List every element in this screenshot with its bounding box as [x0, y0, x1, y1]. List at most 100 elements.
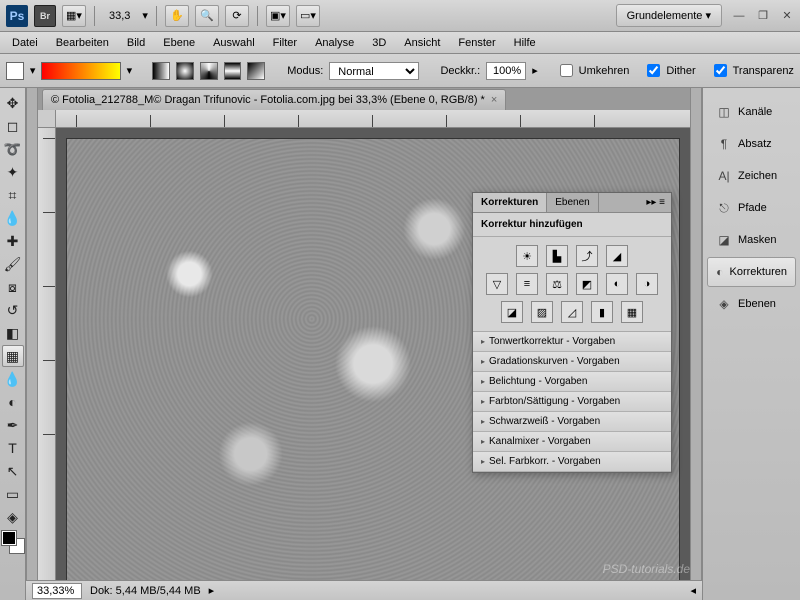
menu-view[interactable]: Ansicht [396, 34, 448, 52]
healing-tool[interactable]: ✚ [2, 230, 24, 252]
photo-filter-icon[interactable]: ◐ [606, 273, 628, 295]
invert-icon[interactable]: ◪ [501, 301, 523, 323]
preset-item[interactable]: Schwarzweiß - Vorgaben [473, 412, 671, 432]
menu-image[interactable]: Bild [119, 34, 153, 52]
preset-item[interactable]: Tonwertkorrektur - Vorgaben [473, 332, 671, 352]
close-button[interactable]: ✕ [780, 9, 794, 23]
linear-gradient-button[interactable] [152, 62, 170, 80]
gradient-map-icon[interactable]: ▮ [591, 301, 613, 323]
panel-tab-masken[interactable]: ◪Masken [707, 225, 796, 255]
horizontal-ruler[interactable]: 02468101214 [56, 110, 690, 128]
quick-select-tool[interactable]: ✦ [2, 161, 24, 183]
panel-tab-pfade[interactable]: ⎋Pfade [707, 193, 796, 223]
brightness-contrast-icon[interactable]: ☀ [516, 245, 538, 267]
move-tool[interactable]: ✥ [2, 92, 24, 114]
selective-color-icon[interactable]: ▦ [621, 301, 643, 323]
exposure-icon[interactable]: ◢ [606, 245, 628, 267]
panels-collapse-strip[interactable] [690, 88, 702, 600]
preset-item[interactable]: Kanalmixer - Vorgaben [473, 432, 671, 452]
status-zoom-input[interactable] [32, 583, 82, 599]
panel-menu-icon[interactable]: ▸▸ ≡ [640, 193, 671, 212]
gradient-tool[interactable]: ▦ [2, 345, 24, 367]
color-swatches[interactable] [2, 531, 24, 553]
menu-file[interactable]: Datei [4, 34, 46, 52]
preset-item[interactable]: Sel. Farbkorr. - Vorgaben [473, 452, 671, 472]
path-select-tool[interactable]: ↖ [2, 460, 24, 482]
gradient-picker[interactable] [41, 62, 120, 80]
bridge-icon[interactable]: Br [34, 5, 56, 27]
angle-gradient-button[interactable] [200, 62, 218, 80]
panel-tab-absatz[interactable]: ¶Absatz [707, 129, 796, 159]
transparency-checkbox[interactable] [714, 64, 727, 77]
history-brush-tool[interactable]: ↺ [2, 299, 24, 321]
posterize-icon[interactable]: ▨ [531, 301, 553, 323]
panel-tab-zeichen[interactable]: A|Zeichen [707, 161, 796, 191]
levels-icon[interactable]: ▙ [546, 245, 568, 267]
dither-checkbox[interactable] [647, 64, 660, 77]
preset-item[interactable]: Farbton/Sättigung - Vorgaben [473, 392, 671, 412]
workspace-switcher[interactable]: Grundelemente ▾ [616, 4, 722, 27]
screen-mode-button[interactable]: ▭▾ [296, 5, 320, 27]
blend-mode-select[interactable]: Normal [329, 62, 418, 80]
menu-edit[interactable]: Bearbeiten [48, 34, 117, 52]
type-tool[interactable]: T [2, 437, 24, 459]
panel-tab-ebenen[interactable]: ◈Ebenen [707, 289, 796, 319]
pen-tool[interactable]: ✒ [2, 414, 24, 436]
dodge-tool[interactable]: ◐ [2, 391, 24, 413]
menu-filter[interactable]: Filter [265, 34, 305, 52]
hand-tool-button[interactable]: ✋ [165, 5, 189, 27]
reflected-gradient-button[interactable] [224, 62, 242, 80]
vibrance-icon[interactable]: ▽ [486, 273, 508, 295]
channel-mixer-icon[interactable]: ◑ [636, 273, 658, 295]
minimize-button[interactable]: — [732, 9, 746, 23]
arrange-documents-button[interactable]: ▣▾ [266, 5, 290, 27]
scroll-left-icon[interactable]: ◂ [690, 584, 696, 597]
vertical-ruler[interactable] [38, 128, 56, 600]
menu-window[interactable]: Fenster [450, 34, 503, 52]
blur-tool[interactable]: 💧 [2, 368, 24, 390]
tool-preset-picker[interactable] [6, 62, 24, 80]
adjustments-tab[interactable]: Korrekturen [473, 193, 547, 212]
foreground-color-swatch[interactable] [2, 531, 16, 545]
menu-help[interactable]: Hilfe [506, 34, 544, 52]
eraser-tool[interactable]: ◧ [2, 322, 24, 344]
preset-item[interactable]: Gradationskurven - Vorgaben [473, 352, 671, 372]
menu-select[interactable]: Auswahl [205, 34, 263, 52]
opacity-input[interactable] [486, 62, 526, 80]
panel-tab-korrekturen[interactable]: ◐Korrekturen [707, 257, 796, 287]
document-tab-close-icon[interactable]: × [491, 94, 497, 106]
zoom-level-display[interactable]: 33,3 [103, 10, 136, 22]
document-tab-title: © Fotolia_212788_M© Dragan Trifunovic - … [51, 94, 485, 106]
preset-item[interactable]: Belichtung - Vorgaben [473, 372, 671, 392]
menu-layer[interactable]: Ebene [155, 34, 203, 52]
eyedropper-tool[interactable]: 💧 [2, 207, 24, 229]
marquee-tool[interactable]: ◻ [2, 115, 24, 137]
shape-tool[interactable]: ▭ [2, 483, 24, 505]
curves-icon[interactable]: ⤴ [576, 245, 598, 267]
reverse-checkbox[interactable] [560, 64, 573, 77]
diamond-gradient-button[interactable] [247, 62, 265, 80]
panel-tab-kanäle[interactable]: ◫Kanäle [707, 97, 796, 127]
rotate-view-button[interactable]: ⟳ [225, 5, 249, 27]
black-white-icon[interactable]: ◩ [576, 273, 598, 295]
zoom-tool-button[interactable]: 🔍 [195, 5, 219, 27]
panel-label: Kanäle [738, 106, 772, 118]
restore-button[interactable]: ❐ [756, 9, 770, 23]
ruler-origin[interactable] [38, 110, 56, 128]
status-info-arrow-icon[interactable]: ▸ [209, 584, 215, 597]
menu-3d[interactable]: 3D [364, 34, 394, 52]
view-extras-button[interactable]: ▦▾ [62, 5, 86, 27]
brush-tool[interactable]: 🖌 [2, 253, 24, 275]
crop-tool[interactable]: ⌗ [2, 184, 24, 206]
stamp-tool[interactable]: ⧇ [2, 276, 24, 298]
menu-analysis[interactable]: Analyse [307, 34, 362, 52]
radial-gradient-button[interactable] [176, 62, 194, 80]
3d-tool[interactable]: ◈ [2, 506, 24, 528]
toolbox-collapse-strip[interactable] [26, 88, 38, 600]
layers-tab[interactable]: Ebenen [547, 193, 598, 212]
hue-saturation-icon[interactable]: ≡ [516, 273, 538, 295]
document-tab[interactable]: © Fotolia_212788_M© Dragan Trifunovic - … [42, 89, 506, 110]
threshold-icon[interactable]: ◿ [561, 301, 583, 323]
color-balance-icon[interactable]: ⚖ [546, 273, 568, 295]
lasso-tool[interactable]: ➰ [2, 138, 24, 160]
